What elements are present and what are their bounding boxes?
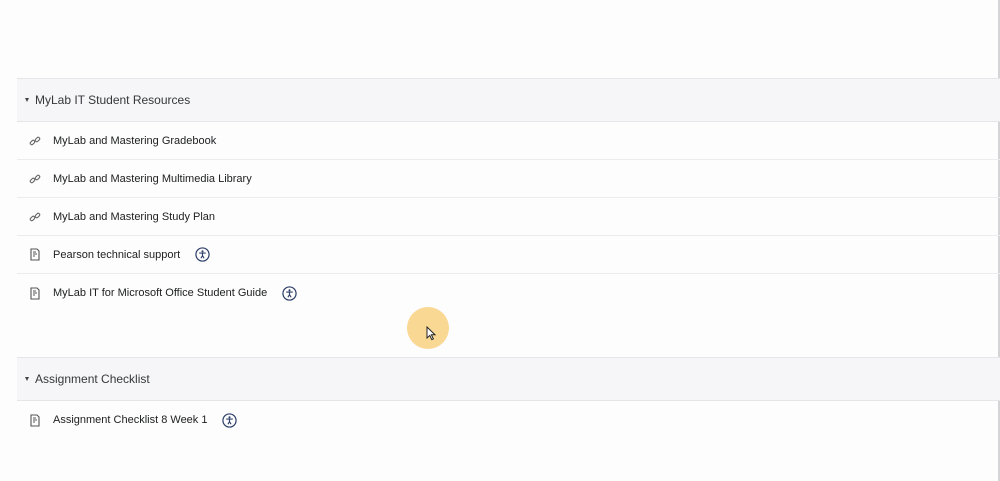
link-icon	[28, 172, 42, 186]
list-item[interactable]: MyLab and Mastering Multimedia Library	[17, 160, 1000, 198]
caret-down-icon[interactable]	[25, 98, 29, 102]
list-item[interactable]: MyLab and Mastering Gradebook	[17, 122, 1000, 160]
item-link[interactable]: MyLab IT for Microsoft Office Student Gu…	[53, 287, 267, 299]
item-link[interactable]: MyLab and Mastering Multimedia Library	[53, 173, 252, 185]
section-header[interactable]: MyLab IT Student Resources	[17, 78, 1000, 122]
link-icon	[28, 210, 42, 224]
list-item[interactable]: MyLab IT for Microsoft Office Student Gu…	[17, 274, 1000, 312]
section-assignment-checklist: Assignment Checklist Assignment Checklis…	[17, 357, 1000, 439]
document-icon	[28, 413, 42, 427]
section-header[interactable]: Assignment Checklist	[17, 357, 1000, 401]
caret-down-icon[interactable]	[25, 377, 29, 381]
accessibility-icon[interactable]	[194, 247, 210, 263]
item-link[interactable]: Pearson technical support	[53, 249, 180, 261]
document-icon	[28, 286, 42, 300]
link-icon	[28, 134, 42, 148]
section-title: Assignment Checklist	[35, 372, 150, 386]
item-link[interactable]: MyLab and Mastering Study Plan	[53, 211, 215, 223]
list-item[interactable]: Pearson technical support	[17, 236, 1000, 274]
mouse-pointer-icon	[426, 325, 437, 346]
section-mylab-resources: MyLab IT Student Resources MyLab and Mas…	[17, 78, 1000, 312]
item-link[interactable]: Assignment Checklist 8 Week 1	[53, 414, 207, 426]
list-item[interactable]: MyLab and Mastering Study Plan	[17, 198, 1000, 236]
section-title: MyLab IT Student Resources	[35, 93, 191, 107]
list-item[interactable]: Assignment Checklist 8 Week 1	[17, 401, 1000, 439]
item-link[interactable]: MyLab and Mastering Gradebook	[53, 135, 216, 147]
accessibility-icon[interactable]	[281, 285, 297, 301]
accessibility-icon[interactable]	[221, 412, 237, 428]
document-icon	[28, 248, 42, 262]
content-page: MyLab IT Student Resources MyLab and Mas…	[0, 0, 1000, 481]
